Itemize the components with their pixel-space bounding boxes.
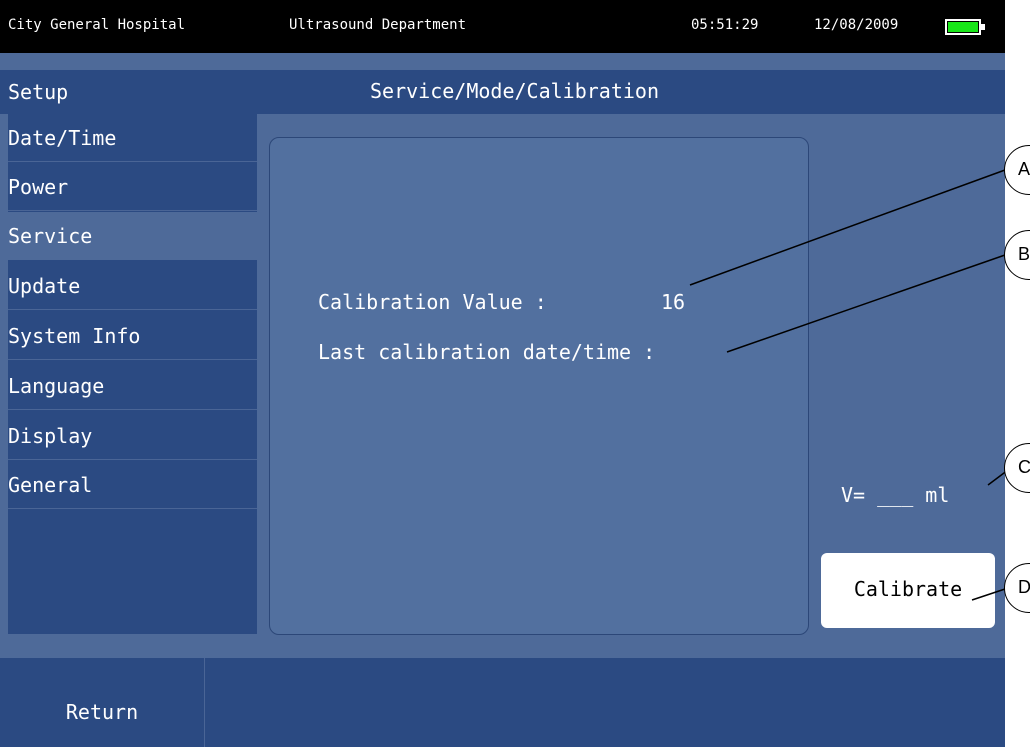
callout-leaders bbox=[689, 169, 1009, 601]
